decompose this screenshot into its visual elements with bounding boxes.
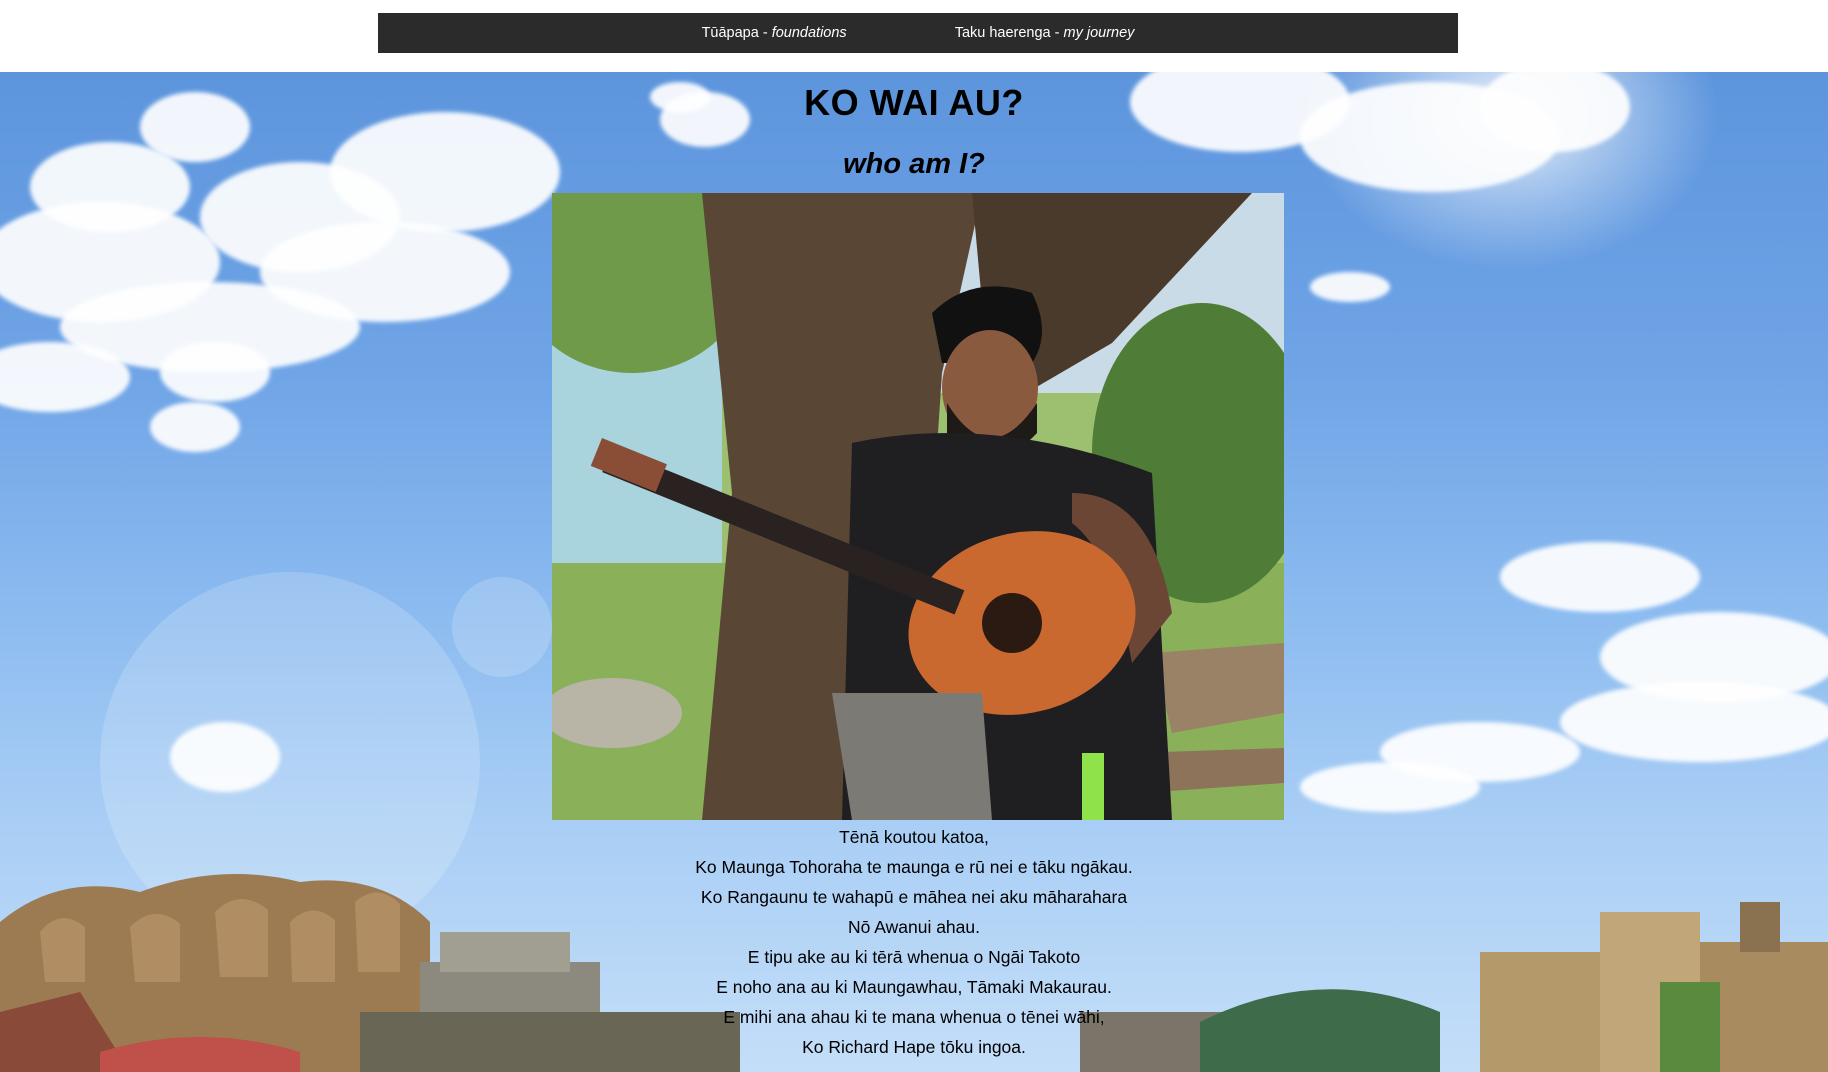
poem-line: E mihi ana ahau ki te mana whenua o tēne…: [723, 1007, 1105, 1027]
portrait-photo-icon: [552, 193, 1284, 820]
nav-link-foundations-sub: foundations: [771, 25, 847, 41]
main-navbar: Tūāpapa - foundations Taku haerenga - my…: [378, 13, 1458, 53]
nav-link-foundations[interactable]: Tūāpapa - foundations: [702, 25, 847, 41]
profile-photo: [552, 193, 1284, 820]
poem-line: Ko Richard Hape tōku ingoa.: [802, 1037, 1026, 1057]
poem-line: E tipu ake au ki tērā whenua o Ngāi Tako…: [747, 947, 1081, 967]
page-title: KO WAI AU?: [804, 82, 1024, 123]
poem-line: Ko Maunga Tohoraha te maunga e rū nei e …: [695, 857, 1133, 877]
top-header: Tūāpapa - foundations Taku haerenga - my…: [0, 0, 1828, 72]
poem-line: Ko Rangaunu te wahapū e māhea nei aku mā…: [700, 887, 1128, 907]
nav-link-foundations-main: Tūāpapa -: [701, 25, 772, 41]
cloud-heart: [170, 722, 280, 792]
nav-link-my-journey-sub: my journey: [1063, 25, 1135, 41]
mihi-text: Tēnā koutou katoa, Ko Maunga Tohoraha te…: [0, 822, 1828, 1062]
poem-line: Tēnā koutou katoa,: [839, 827, 989, 847]
poem-line: E noho ana au ki Maungawhau, Tāmaki Maka…: [716, 977, 1112, 997]
poem-line: Nō Awanui ahau.: [847, 917, 980, 937]
page-subtitle: who am I?: [843, 148, 985, 180]
nav-link-my-journey[interactable]: Taku haerenga - my journey: [955, 25, 1135, 41]
lens-flare-small: [452, 577, 552, 677]
nav-link-my-journey-main: Taku haerenga -: [954, 25, 1064, 41]
